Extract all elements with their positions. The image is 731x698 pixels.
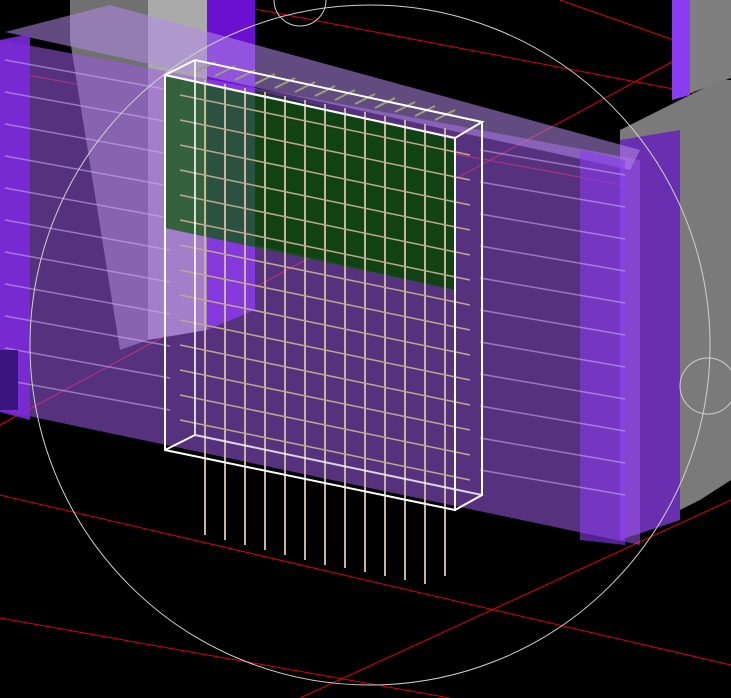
right-column-upper-face[interactable] — [672, 0, 690, 100]
wall-base-notch — [0, 350, 18, 410]
wall-right-end[interactable] — [580, 150, 625, 545]
orbit-handle-top — [273, 0, 327, 27]
grid-line — [0, 617, 451, 698]
scene-canvas[interactable] — [0, 0, 731, 698]
3d-model-viewport[interactable] — [0, 0, 731, 698]
